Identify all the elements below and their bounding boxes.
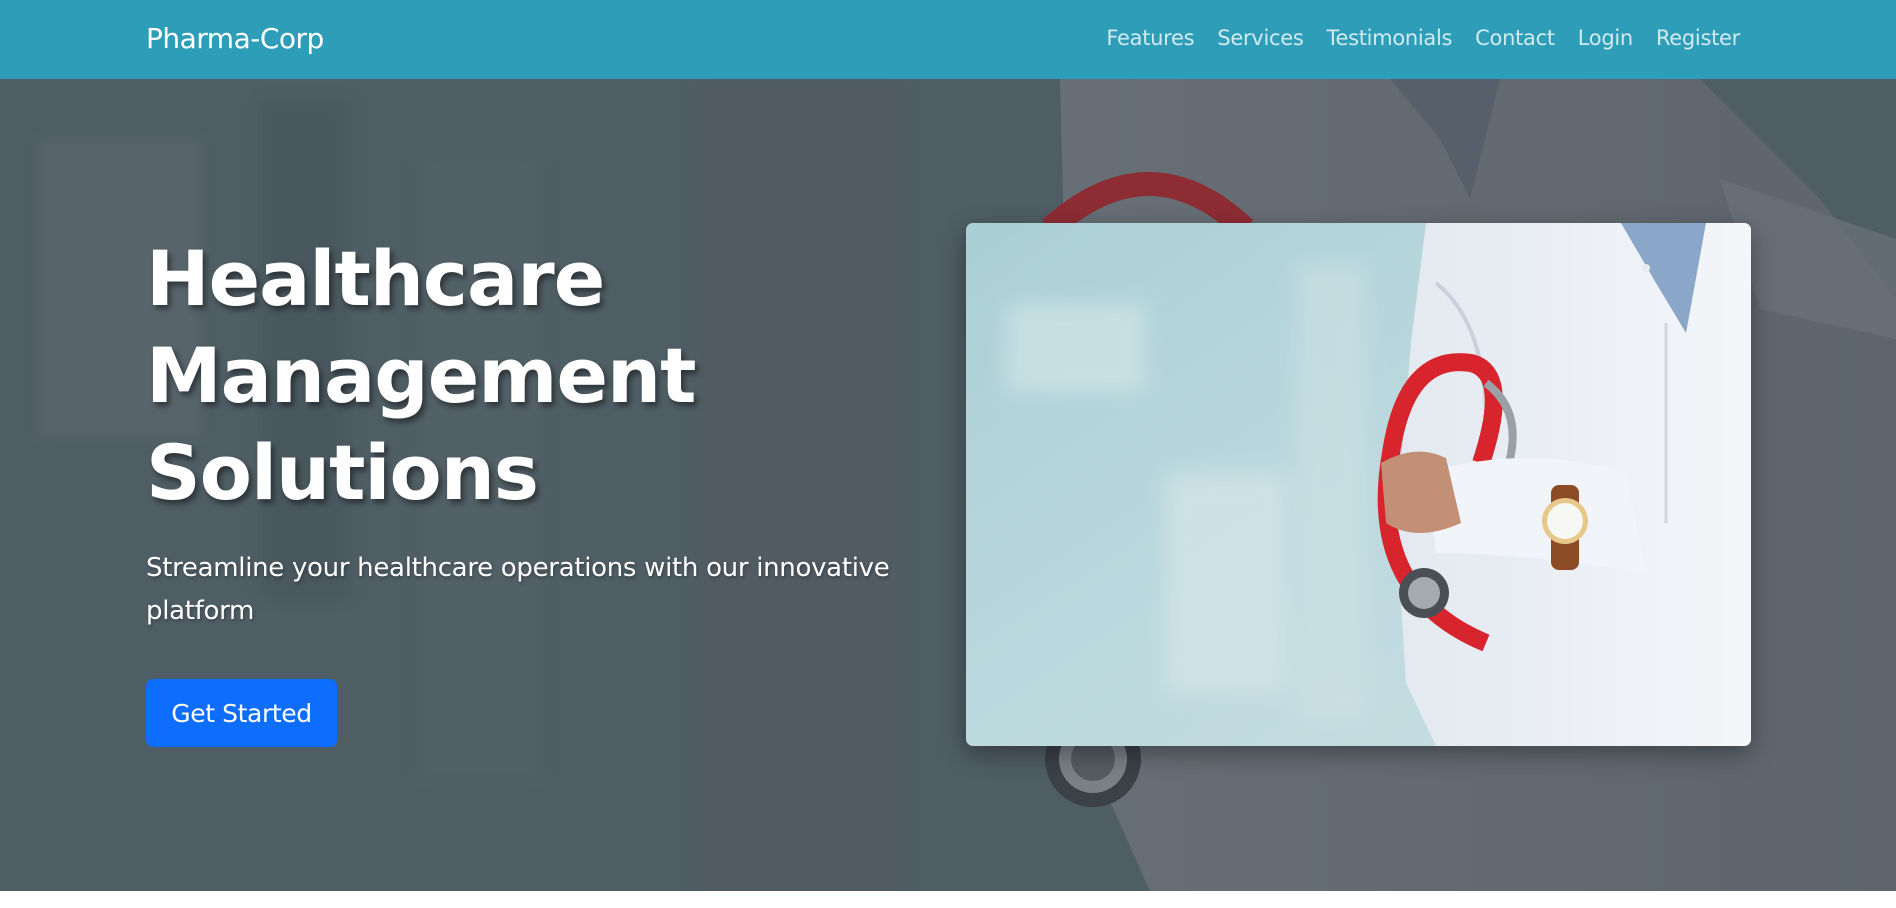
top-navbar: Pharma-Corp Features Services Testimonia… bbox=[0, 0, 1896, 79]
hero-section: Healthcare Management Solutions Streamli… bbox=[0, 79, 1896, 891]
nav-link-services[interactable]: Services bbox=[1217, 26, 1303, 50]
hero-title-line-2: Management bbox=[146, 331, 696, 420]
nav-link-contact[interactable]: Contact bbox=[1475, 26, 1555, 50]
hero-title-line-3: Solutions bbox=[146, 428, 539, 517]
page-bottom-strip bbox=[0, 891, 1896, 908]
hero-title-line-1: Healthcare bbox=[146, 234, 605, 323]
hero-doctor-image bbox=[966, 223, 1751, 746]
nav-link-register[interactable]: Register bbox=[1656, 26, 1740, 50]
nav-link-login[interactable]: Login bbox=[1578, 26, 1633, 50]
doctor-stethoscope-illustration bbox=[966, 223, 1751, 746]
hero-title: Healthcare Management Solutions bbox=[146, 230, 906, 521]
nav-link-testimonials[interactable]: Testimonials bbox=[1326, 26, 1452, 50]
nav-link-features[interactable]: Features bbox=[1106, 26, 1194, 50]
hero-subtitle: Streamline your healthcare operations wi… bbox=[146, 553, 890, 626]
get-started-button[interactable]: Get Started bbox=[146, 679, 337, 747]
nav-links: Features Services Testimonials Contact L… bbox=[1106, 26, 1740, 50]
brand-logo-link[interactable]: Pharma-Corp bbox=[146, 22, 324, 55]
